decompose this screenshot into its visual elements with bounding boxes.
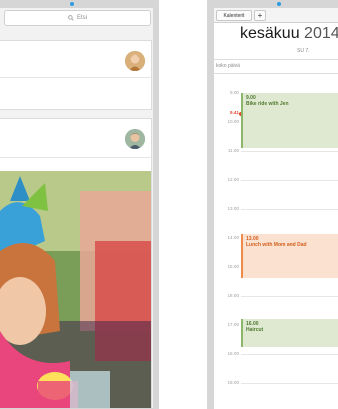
search-icon <box>68 15 74 21</box>
event-bike-ride[interactable]: 9.00 Bike ride with Jen <box>241 93 338 148</box>
hour-label: 19.00 <box>227 380 240 385</box>
event-title: Lunch with Mom and Dad <box>246 242 307 248</box>
hour-line <box>241 354 338 355</box>
party-photo[interactable] <box>0 171 151 408</box>
hour-label: 13.00 <box>227 206 240 211</box>
feed-card[interactable] <box>0 118 152 408</box>
add-event-button[interactable]: + <box>254 10 266 21</box>
hour-label: 9.00 <box>230 90 239 95</box>
avatar[interactable] <box>125 51 145 71</box>
feed-card[interactable] <box>0 40 152 110</box>
camera-dot <box>277 2 281 6</box>
hour-label: 15.00 <box>227 264 240 269</box>
left-app-screen: Etsi <box>0 8 153 408</box>
hour-label: 11.00 <box>227 148 239 153</box>
divider <box>0 157 151 158</box>
current-time-label: 9.41 <box>230 110 239 115</box>
search-placeholder: Etsi <box>76 15 87 21</box>
search-input[interactable]: Etsi <box>4 10 151 26</box>
left-device-frame: Etsi <box>0 0 159 409</box>
hour-line <box>241 180 338 181</box>
camera-dot <box>70 2 74 6</box>
hour-label: 10.00 <box>227 119 240 124</box>
divider <box>0 77 151 78</box>
event-title: Haircut <box>246 327 264 333</box>
all-day-label: koko päivä <box>216 63 240 69</box>
avatar[interactable] <box>125 129 145 149</box>
calendar-screen: Kalenterit + kesäkuu 2014 SU 7. koko päi… <box>214 8 338 409</box>
hour-line <box>241 383 338 384</box>
calendar-toolbar: Kalenterit + <box>214 8 338 23</box>
event-haircut[interactable]: 16.00 Haircut <box>241 319 338 347</box>
right-device-frame: Kalenterit + kesäkuu 2014 SU 7. koko päi… <box>207 0 338 409</box>
hour-line <box>241 296 338 297</box>
hour-line <box>241 151 338 152</box>
hour-label: 17.00 <box>227 322 240 327</box>
hour-line <box>241 209 338 210</box>
day-grid[interactable]: 9.00 10.00 11.00 12.00 13.00 14.00 15.00… <box>214 72 338 409</box>
day-header[interactable]: SU 7. <box>297 48 310 54</box>
hour-label: 12.00 <box>227 177 240 182</box>
hour-label: 18.00 <box>227 351 240 356</box>
year: 2014 <box>304 25 338 42</box>
event-title: Bike ride with Jen <box>246 101 289 107</box>
hour-label: 14.00 <box>227 235 240 240</box>
month-name: kesäkuu <box>240 25 300 42</box>
month-title: kesäkuu 2014 <box>240 25 338 43</box>
hour-label: 16.00 <box>227 293 240 298</box>
calendars-button[interactable]: Kalenterit <box>216 10 252 21</box>
event-lunch[interactable]: 13.00 Lunch with Mom and Dad <box>241 234 338 278</box>
